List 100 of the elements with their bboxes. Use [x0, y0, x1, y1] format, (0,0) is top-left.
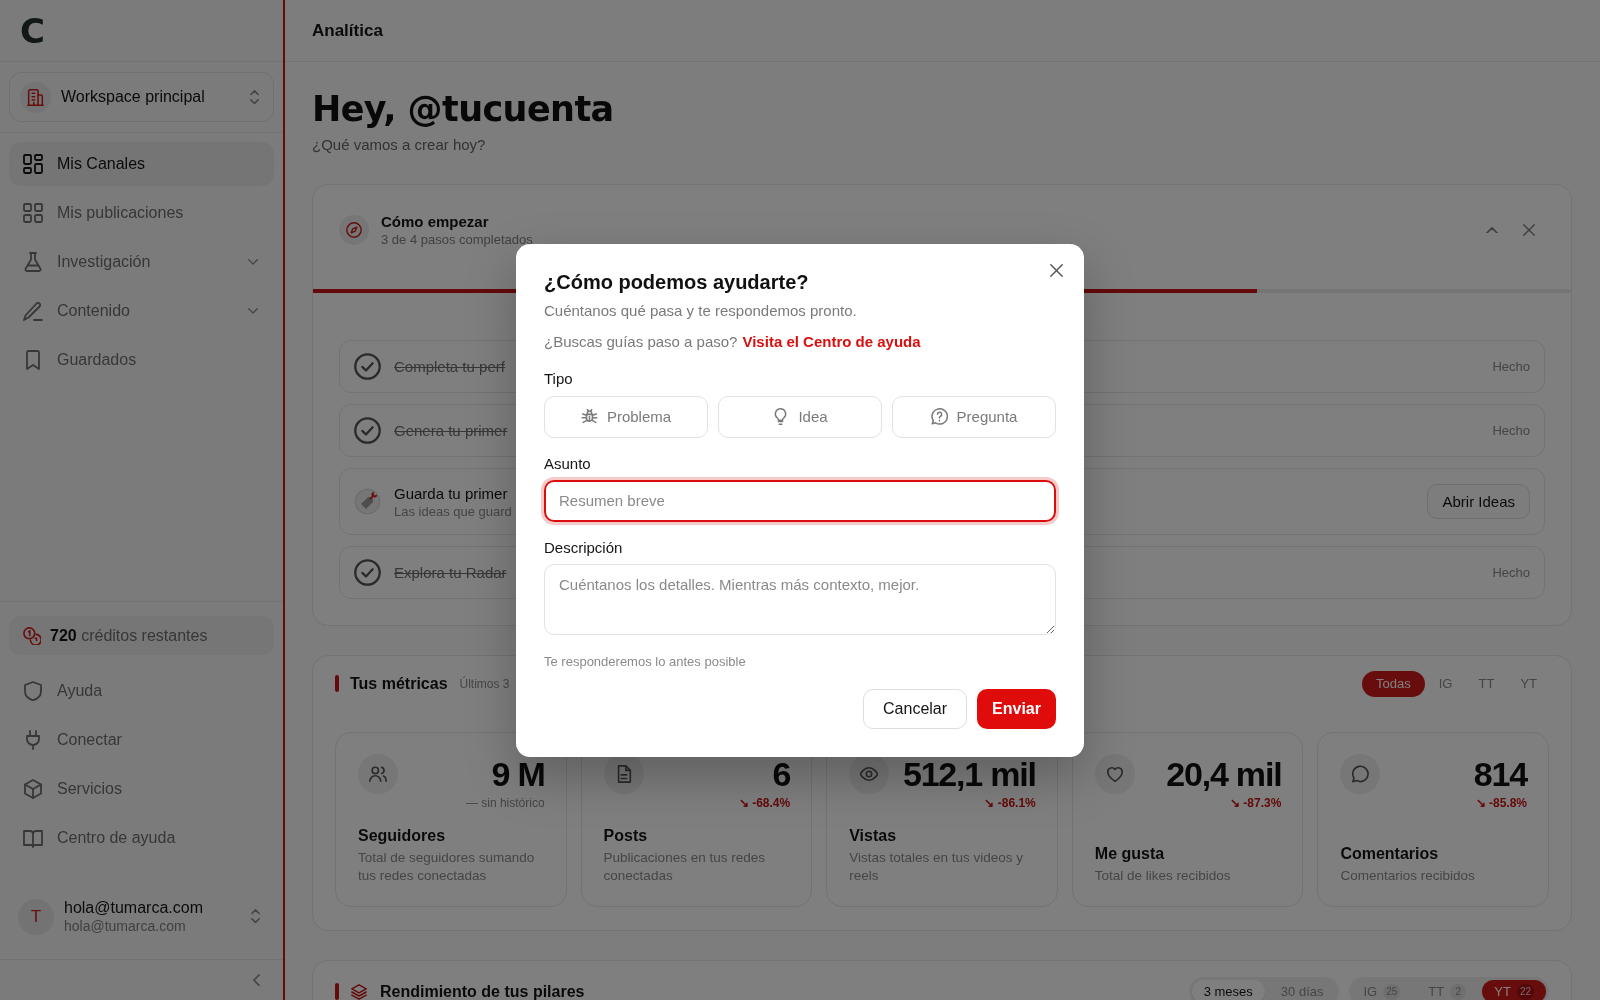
metric-description: Total de likes recibidos [1094, 867, 1232, 885]
building-icon [20, 81, 51, 113]
help-prompt: ¿Buscas guías paso a paso? [544, 331, 738, 352]
metric-description: Publicaciones en tus redes conectadas [603, 849, 766, 885]
plug-icon [23, 730, 43, 750]
workspace-selector[interactable]: Workspace principal [9, 72, 274, 122]
filter-tab[interactable]: YT [1508, 670, 1549, 697]
metric-change: ↘ -85.8% [1475, 795, 1527, 811]
user-email: hola@tumarca.com [64, 917, 186, 935]
step-title: Explora tu Radar [394, 563, 507, 582]
metric-value: 20,4 mil [1166, 759, 1282, 789]
layers-icon [351, 983, 367, 1000]
book-icon [23, 828, 43, 848]
users-icon [358, 754, 398, 794]
greeting-subtitle: ¿Qué vamos a crear hoy? [312, 135, 486, 155]
nav-item[interactable]: Mis publicaciones [9, 191, 274, 235]
metric-title: Seguidores [358, 826, 446, 846]
chevron-up-down-icon [251, 909, 260, 924]
metric-change: ↘ -68.4% [738, 795, 791, 811]
metric-description: Comentarios recibidos [1340, 867, 1476, 885]
field-label: Tipo [544, 368, 574, 389]
type-option[interactable]: Problema [544, 395, 708, 438]
accent-bar [335, 983, 339, 1000]
metric-value: 512,1 mil [902, 759, 1036, 789]
step-status: Hecho [1492, 423, 1530, 438]
type-option[interactable]: Pregunta [892, 395, 1056, 438]
step-status: Hecho [1492, 565, 1530, 580]
collapse-sidebar-button[interactable] [251, 971, 262, 989]
dialog-subtitle: Cuéntanos qué pasa y te respondemos pronto. [544, 300, 858, 321]
metric-title: Me gusta [1094, 844, 1165, 864]
chat-bubble-icon [1340, 754, 1381, 794]
account-menu-button[interactable] [249, 907, 262, 926]
step-title: Guarda tu primer [394, 483, 508, 503]
chevron-left-icon [253, 973, 260, 987]
user-name: hola@tumarca.com [64, 898, 203, 917]
subject-input[interactable]: Resumen breve [544, 479, 1056, 522]
document-icon [603, 754, 644, 794]
coins-icon [23, 626, 41, 645]
field-label: Asunto [544, 453, 592, 474]
section-title: Tus métricas [350, 674, 448, 693]
dashboard-icon [23, 154, 43, 174]
logo: C [20, 11, 45, 50]
nav-item[interactable]: Investigación [9, 240, 274, 284]
count-badge: 22 [1516, 983, 1534, 1000]
card-title: Cómo empezar [381, 212, 489, 231]
greeting-title: Hey, @tucuenta [312, 89, 614, 129]
question-bubble-icon [930, 408, 948, 425]
cube-icon [23, 779, 43, 799]
nav-item[interactable]: Servicios [9, 767, 274, 811]
cancel-button[interactable]: Cancelar [863, 688, 968, 729]
nav-item[interactable]: Ayuda [9, 669, 274, 713]
flask-icon [23, 252, 43, 272]
close-icon [1523, 224, 1535, 236]
step-title: Genera tu primer [394, 421, 508, 440]
pencil-icon [23, 301, 43, 321]
metric-note: — sin histórico [465, 795, 545, 811]
filter-tab[interactable]: TT [1466, 670, 1507, 697]
metric-change: ↘ -87.3% [1230, 795, 1282, 811]
metric-description: Total de seguidores sumando tus redes conectadas [358, 849, 536, 885]
grid-icon [23, 203, 43, 223]
description-textarea[interactable]: Cuéntanos los detalles. Mientras más contexto, mejor. [544, 563, 1056, 635]
filter-tab[interactable]: Todas [1362, 670, 1425, 697]
metric-description: Vistas totales en tus videos y reels [849, 849, 1025, 885]
metric-value: 814 [1473, 759, 1527, 789]
metric-value: 9 M [491, 759, 545, 789]
nav-item[interactable]: Contenido [9, 289, 274, 333]
page-title: Analítica [312, 20, 383, 41]
step-description: Las ideas que guard [394, 502, 512, 520]
help-center-link[interactable]: Visita el Centro de ayuda [742, 330, 921, 353]
metric-title: Comentarios [1340, 844, 1439, 864]
field-label: Descripción [544, 537, 624, 558]
eye-icon [849, 754, 890, 794]
close-icon [1049, 264, 1063, 277]
range-tab[interactable]: 3 meses [1191, 980, 1265, 1000]
metric-change: ↘ -86.1% [984, 795, 1036, 811]
nav-item[interactable]: Guardados [9, 338, 274, 382]
metric-title: Posts [603, 826, 648, 846]
step-action-button[interactable]: Abrir Ideas [1427, 484, 1530, 519]
metric-value: 6 [772, 759, 791, 789]
nav-item[interactable]: Conectar [9, 718, 274, 762]
shield-icon [23, 681, 43, 701]
dialog-title: ¿Cómo podemos ayudarte? [544, 269, 810, 295]
bug-icon [580, 408, 598, 425]
section-title: Rendimiento de tus pilares [380, 982, 585, 1000]
chevron-up-down-icon [250, 89, 259, 105]
network-tab[interactable]: YT 22 [1482, 980, 1546, 1000]
progress-text: 3 de 4 pasos completados [381, 231, 533, 248]
step-title: Completa tu perf [394, 357, 505, 376]
user-avatar: T [18, 898, 54, 935]
filter-tab[interactable]: IG [1426, 670, 1465, 697]
metric-title: Vistas [849, 826, 897, 846]
bookmark-icon [23, 350, 43, 370]
compass-icon [339, 215, 369, 245]
type-option[interactable]: Idea [718, 395, 882, 438]
submit-button[interactable]: Enviar [977, 688, 1056, 729]
nav-item[interactable]: Centro de ayuda [9, 816, 274, 860]
step-status: Hecho [1492, 359, 1530, 374]
accent-bar [335, 675, 339, 692]
hint-text: Te responderemos lo antes posible [544, 652, 747, 671]
nav-item[interactable]: Mis Canales [9, 142, 274, 186]
